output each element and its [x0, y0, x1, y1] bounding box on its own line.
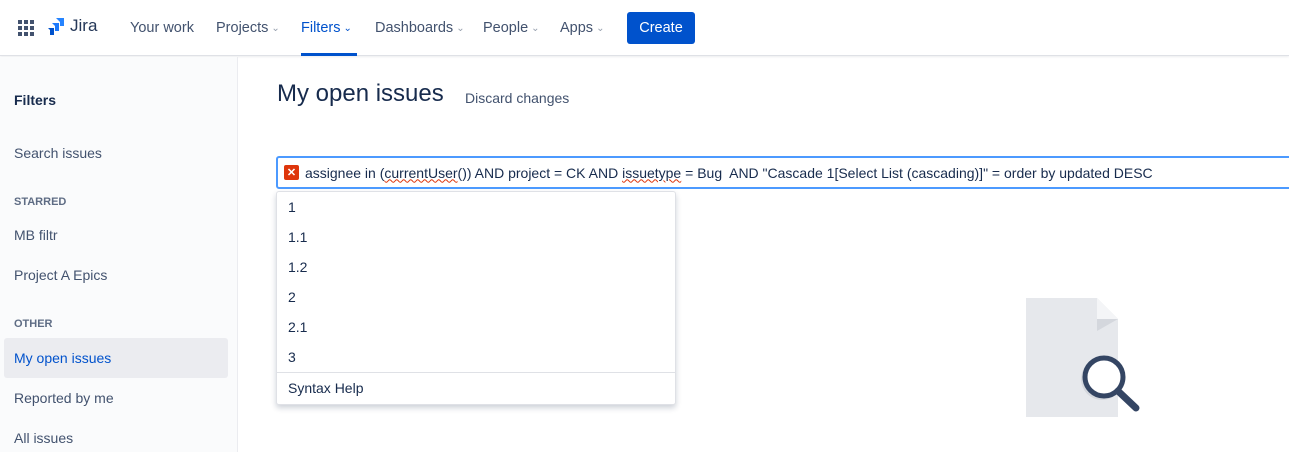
nav-label: Apps: [560, 20, 594, 36]
chevron-down-icon: ⌄: [531, 22, 540, 34]
nav-dashboards[interactable]: Dashboards ⌄: [375, 0, 465, 56]
nav-label: Dashboards: [375, 20, 454, 36]
top-navigation: Jira Your work Projects ⌄ Filters ⌄ Dashbo…: [0, 0, 1289, 56]
jira-logo[interactable]: Jira: [46, 16, 97, 36]
suggestion-item[interactable]: 1.2: [277, 252, 675, 282]
syntax-help-link[interactable]: Syntax Help: [277, 372, 675, 403]
sidebar: Filters Search issues STARRED MB filtr P…: [0, 57, 238, 452]
jql-query-input[interactable]: ✕ assignee in (currentUser()) AND projec…: [276, 156, 1289, 189]
suggestion-item[interactable]: 2.1: [277, 312, 675, 342]
section-starred: STARRED: [14, 196, 67, 208]
page-title: My open issues: [277, 80, 444, 107]
jql-text: currentUser: [384, 164, 458, 181]
suggestion-item[interactable]: 1.1: [277, 222, 675, 252]
error-icon[interactable]: ✕: [284, 165, 299, 180]
discard-changes-button[interactable]: Discard changes: [465, 90, 569, 106]
chevron-down-icon: ⌄: [456, 22, 465, 34]
nav-projects[interactable]: Projects ⌄: [216, 0, 280, 56]
empty-search-illustration-icon: [1026, 298, 1140, 417]
sidebar-title: Filters: [14, 92, 57, 108]
jql-text: issuetype: [622, 164, 682, 181]
sidebar-item-reported-by-me[interactable]: Reported by me: [4, 378, 228, 418]
jql-text: = Bug AND "Cascade 1[Select List (cascad…: [681, 164, 1153, 181]
nav-label: Your work: [130, 20, 194, 36]
sidebar-item-project-a-epics[interactable]: Project A Epics: [4, 255, 228, 295]
sidebar-item-my-open-issues[interactable]: My open issues: [4, 338, 228, 378]
sidebar-item-all-issues[interactable]: All issues: [4, 418, 228, 458]
chevron-down-icon: ⌄: [271, 22, 280, 34]
nav-people[interactable]: People ⌄: [483, 0, 540, 56]
nav-your-work[interactable]: Your work: [130, 0, 194, 56]
sidebar-item-search-issues[interactable]: Search issues: [4, 133, 228, 173]
jira-logo-icon: [48, 18, 64, 35]
nav-filters[interactable]: Filters ⌄: [301, 0, 357, 56]
create-button[interactable]: Create: [627, 12, 695, 44]
section-other: OTHER: [14, 318, 53, 330]
jql-text: assignee in (: [305, 164, 385, 181]
nav-apps[interactable]: Apps ⌄: [560, 0, 604, 56]
autocomplete-dropdown: 1 1.1 1.2 2 2.1 3 Syntax Help: [276, 191, 676, 405]
suggestion-item[interactable]: 3: [277, 342, 675, 372]
chevron-down-icon: ⌄: [596, 22, 605, 34]
chevron-down-icon: ⌄: [343, 22, 352, 34]
sidebar-item-mb-filtr[interactable]: MB filtr: [4, 215, 228, 255]
jql-text: ()) AND project = CK AND: [457, 164, 623, 181]
suggestion-item[interactable]: 2: [277, 282, 675, 312]
nav-label: Filters: [301, 20, 341, 36]
nav-label: People: [483, 20, 529, 36]
nav-label: Projects: [216, 20, 269, 36]
jira-logo-text: Jira: [70, 16, 98, 35]
suggestion-item[interactable]: 1: [277, 192, 675, 222]
app-switcher-icon[interactable]: [18, 20, 34, 36]
